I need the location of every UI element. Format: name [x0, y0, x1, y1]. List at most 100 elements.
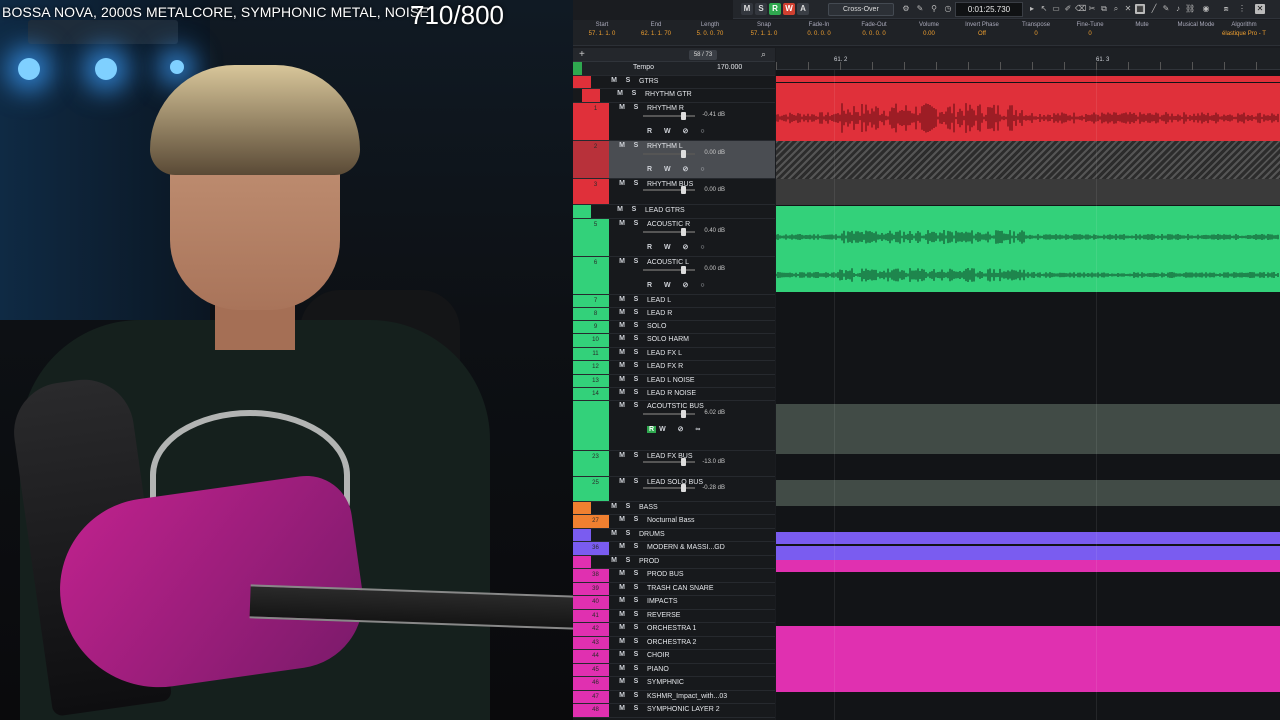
solo-button[interactable]: S [631, 516, 641, 523]
solo-button[interactable]: S [631, 349, 641, 356]
mute-button[interactable]: M [617, 376, 627, 383]
track-row[interactable]: 38 M S PROD BUS [573, 569, 775, 583]
solo-button[interactable]: S [631, 570, 641, 577]
draw-icon[interactable]: ✎ [1161, 4, 1171, 14]
info-field-value[interactable]: 57. 1. 1. 0 [571, 31, 633, 37]
mute-button[interactable]: M [617, 570, 627, 577]
info-field-transpose[interactable]: Transpose 0 [1005, 22, 1067, 37]
track-row[interactable]: 42 M S ORCHESTRA 1 [573, 623, 775, 637]
mute-button[interactable]: M [617, 335, 627, 342]
track-row[interactable]: 43 M S ORCHESTRA 2 [573, 637, 775, 650]
track-row[interactable]: 10 M S SOLO HARM [573, 334, 775, 348]
solo-button[interactable]: S [631, 638, 641, 645]
mute-button[interactable]: M [617, 452, 627, 459]
track-row[interactable]: M S DRUMS [573, 529, 775, 542]
mute-button[interactable]: M [617, 104, 627, 111]
mute-button[interactable]: M [617, 258, 627, 265]
track-row[interactable]: 11 M S LEAD FX L [573, 348, 775, 361]
solo-button[interactable]: S [631, 389, 641, 396]
play-marker-icon[interactable]: ▸ [1027, 4, 1037, 14]
track-row[interactable]: 25 M S LEAD SOLO BUS -0.28 dB [573, 477, 775, 502]
solo-button[interactable]: S [631, 584, 641, 591]
event-prod-folder[interactable] [776, 560, 1280, 572]
info-field-value[interactable]: 0 [1005, 31, 1067, 37]
line-icon[interactable]: ╱ [1149, 4, 1159, 14]
automation-buttons[interactable]: R W ⊘ ○ [647, 127, 710, 135]
solo-button[interactable]: S [631, 335, 641, 342]
mute-button[interactable]: M [617, 516, 627, 523]
volume-fader[interactable] [643, 186, 695, 194]
solo-button[interactable]: S [631, 665, 641, 672]
info-field-value[interactable]: 0. 0. 0. 0 [788, 31, 850, 37]
solo-button[interactable]: S [623, 77, 633, 84]
solo-button[interactable]: S [631, 678, 641, 685]
solo-button[interactable]: S [631, 692, 641, 699]
info-field-value[interactable]: 57. 1. 1. 0 [733, 31, 795, 37]
solo-all-button[interactable]: S [755, 3, 767, 15]
glue-icon[interactable]: ⧉ [1099, 4, 1109, 14]
track-row[interactable]: 46 M S SYMPHNIC [573, 677, 775, 691]
info-field-value[interactable]: 0 [1059, 31, 1121, 37]
mute-button[interactable]: M [617, 705, 627, 712]
event-drums[interactable] [776, 546, 1280, 560]
track-row[interactable]: M S BASS [573, 502, 775, 515]
track-row[interactable]: 14 M S LEAD R NOISE [573, 388, 775, 401]
mute-button[interactable]: M [617, 362, 627, 369]
clock-icon[interactable]: ◷ [943, 4, 953, 14]
mute-button[interactable]: M [617, 142, 627, 149]
mute-button[interactable]: M [617, 611, 627, 618]
solo-button[interactable]: S [631, 611, 641, 618]
info-field-end[interactable]: End 62. 1. 1. 70 [625, 22, 687, 37]
track-row[interactable]: 23 M S LEAD FX BUS -13.0 dB [573, 451, 775, 477]
track-row[interactable]: 41 M S REVERSE [573, 610, 775, 623]
event-rhythm-r[interactable] [776, 97, 1280, 141]
info-field-invert-phase[interactable]: Invert Phase Off [951, 22, 1013, 37]
volume-fader[interactable] [643, 266, 695, 274]
volume-fader[interactable] [643, 150, 695, 158]
track-row[interactable]: 8 M S LEAD R [573, 308, 775, 321]
track-row[interactable]: 12 M S LEAD FX R [573, 361, 775, 375]
mute-button[interactable]: M [617, 597, 627, 604]
info-field-length[interactable]: Length 5. 0. 0. 70 [679, 22, 741, 37]
info-field-fade-in[interactable]: Fade-In 0. 0. 0. 0 [788, 22, 850, 37]
automation-buttons[interactable]: R W ⊘ ○ [647, 165, 710, 173]
volume-fader[interactable] [643, 228, 695, 236]
mute-button[interactable]: M [617, 692, 627, 699]
mute-button[interactable]: M [617, 296, 627, 303]
zoom-icon[interactable]: ⌕ [1111, 4, 1121, 14]
mute-button[interactable]: M [617, 478, 627, 485]
mute-tool-icon[interactable]: ✕ [1123, 4, 1133, 14]
crossfade-select[interactable]: Cross-Over [828, 3, 894, 16]
mute-button[interactable]: M [617, 651, 627, 658]
solo-button[interactable]: S [631, 322, 641, 329]
auto-button[interactable]: A [797, 3, 809, 15]
track-row[interactable]: 3 M S RHYTHM BUS 0.00 dB [573, 179, 775, 205]
mute-all-button[interactable]: M [741, 3, 753, 15]
write-automation-button[interactable]: W [783, 3, 795, 15]
track-row[interactable]: 7 M S LEAD L [573, 295, 775, 308]
read-button[interactable]: R [647, 426, 657, 433]
solo-button[interactable]: S [631, 142, 641, 149]
close-icon[interactable]: ✕ [1255, 4, 1265, 14]
event-acoustic-bus[interactable] [776, 404, 1280, 454]
mute-button[interactable]: M [609, 530, 619, 537]
track-row[interactable]: 9 M S SOLO [573, 321, 775, 334]
track-row[interactable]: 36 M S MODERN & MASSI...GD [573, 542, 775, 556]
event-gtrs-folder[interactable] [776, 76, 1280, 82]
mute-button[interactable]: M [615, 90, 625, 97]
solo-button[interactable]: S [631, 402, 641, 409]
info-field-value[interactable]: 5. 0. 0. 70 [679, 31, 741, 37]
mute-button[interactable]: M [609, 557, 619, 564]
track-row[interactable]: M S LEAD GTRS [573, 205, 775, 219]
play-tool-icon[interactable]: ♪ [1173, 4, 1183, 14]
mute-button[interactable]: M [615, 206, 625, 213]
settings-icon[interactable]: ⚙ [901, 4, 911, 14]
event-prod[interactable] [776, 626, 1280, 692]
track-row[interactable]: 39 M S TRASH CAN SNARE [573, 583, 775, 596]
track-row[interactable]: 44 M S CHOIR [573, 650, 775, 664]
snap-icon[interactable]: ⧈ [1221, 4, 1231, 14]
track-row[interactable]: M S GTRS [573, 76, 775, 89]
automation-buttons[interactable]: R W ⊘ ○ [647, 243, 710, 251]
fader-knob[interactable] [681, 484, 686, 492]
solo-button[interactable]: S [623, 503, 633, 510]
